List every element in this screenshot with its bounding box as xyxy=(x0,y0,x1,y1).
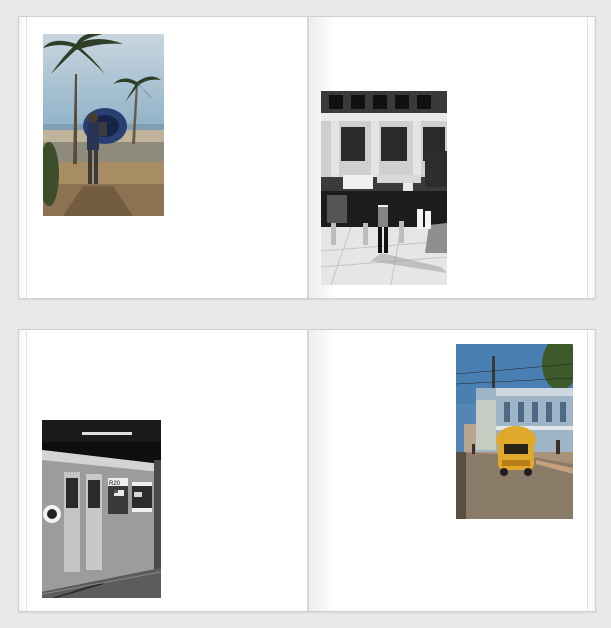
gutter-shadow xyxy=(309,330,335,611)
page-edge-left xyxy=(19,17,27,298)
page-edge-right xyxy=(587,330,595,611)
city-street-corner-photo[interactable] xyxy=(321,91,447,285)
page-edge-right xyxy=(587,17,595,298)
palm-trees-payphone-photo[interactable] xyxy=(43,34,164,216)
book-spread-1[interactable] xyxy=(18,16,596,299)
photo-book-viewer: R20 xyxy=(0,0,611,628)
subway-route-sign: R20 xyxy=(109,481,121,487)
book-spread-2[interactable]: R20 xyxy=(18,329,596,612)
yellow-coco-taxi-photo[interactable] xyxy=(456,344,573,519)
page-edge-left xyxy=(19,330,27,611)
subway-train-photo[interactable]: R20 xyxy=(42,420,161,598)
